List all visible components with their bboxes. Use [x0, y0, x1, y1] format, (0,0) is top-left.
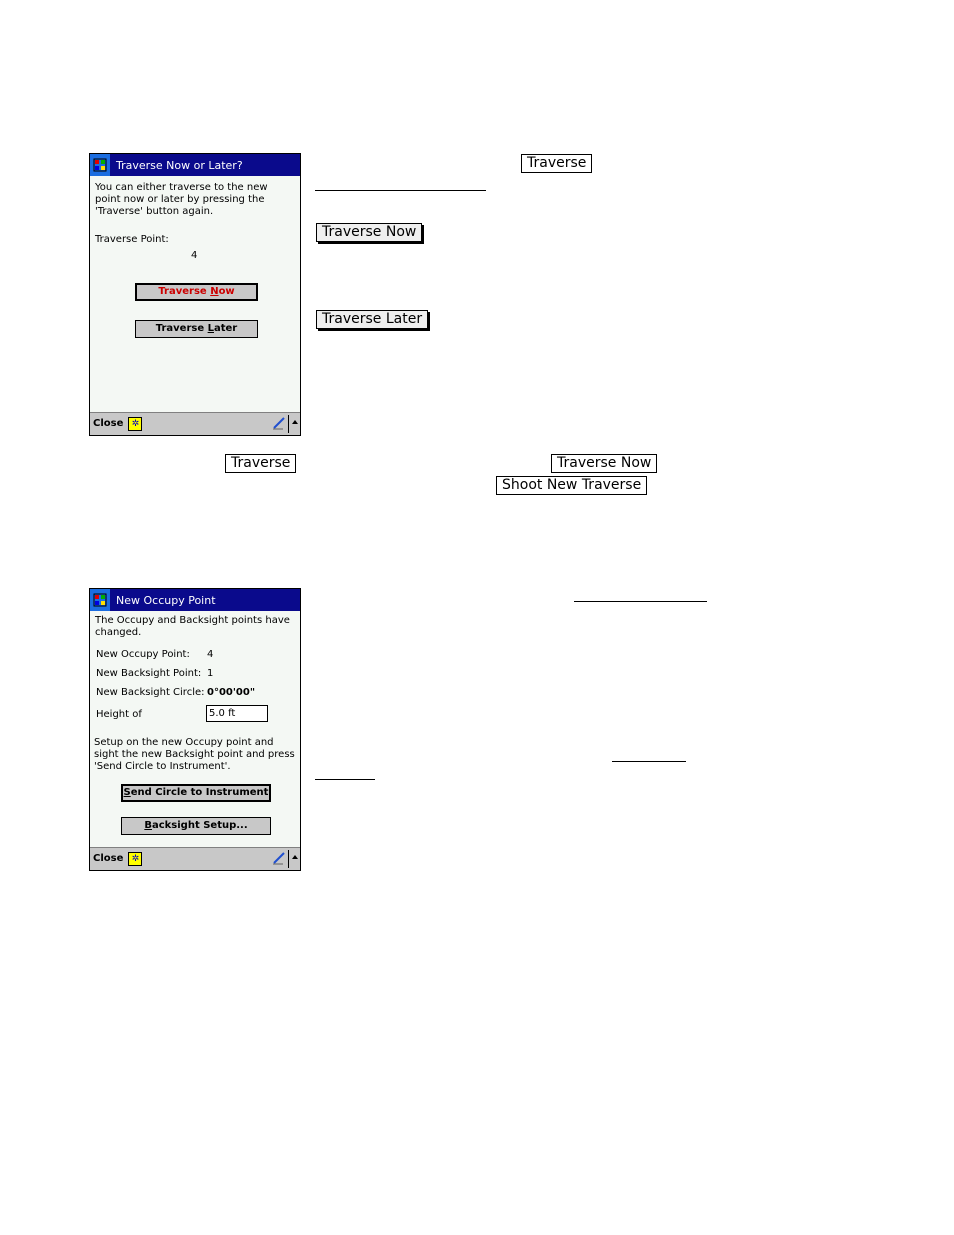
start-menu-button[interactable] — [90, 589, 110, 611]
traverse-now-button[interactable]: Traverse Now — [135, 283, 258, 301]
windows-flag-icon — [93, 593, 107, 607]
start-menu-button[interactable] — [90, 154, 110, 176]
doc-traverse-button-label: Traverse — [225, 454, 297, 473]
doc-traverse-button-label: Traverse — [521, 154, 593, 173]
doc-shoot-new-traverse-label: Shoot New Traverse — [496, 476, 648, 495]
command-bar: Close ✲ — [90, 412, 300, 435]
backsight-point-label: New Backsight Point: — [96, 668, 202, 679]
title-bar: Traverse Now or Later? — [90, 154, 300, 176]
divider — [288, 850, 289, 868]
backsight-circle-value: 0°00'00" — [207, 687, 256, 698]
underline-link[interactable] — [315, 779, 375, 780]
windows-flag-icon — [93, 158, 107, 172]
underline-link[interactable] — [315, 190, 486, 191]
traverse-point-value: 4 — [191, 250, 198, 261]
window-title: Traverse Now or Later? — [116, 158, 243, 172]
doc-traverse-later-label: Traverse Later — [316, 310, 429, 329]
traverse-point-label: Traverse Point: — [95, 234, 169, 245]
input-panel-icon[interactable]: ✲ — [128, 852, 143, 866]
command-bar: Close ✲ — [90, 847, 300, 870]
traverse-later-button[interactable]: Traverse Later — [135, 320, 258, 338]
height-label: Height of — [96, 709, 142, 720]
input-arrow-icon[interactable] — [292, 420, 298, 424]
backsight-point-value: 1 — [207, 668, 214, 679]
backsight-setup-button[interactable]: Backsight Setup... — [121, 817, 271, 835]
window-title: New Occupy Point — [116, 593, 216, 607]
instructions-text: Setup on the new Occupy point and sight … — [94, 737, 295, 772]
underline-link[interactable] — [612, 761, 686, 762]
traverse-now-or-later-window: Traverse Now or Later? You can either tr… — [89, 153, 301, 436]
close-menu[interactable]: Close — [90, 418, 123, 430]
new-occupy-point-window: New Occupy Point The Occupy and Backsigh… — [89, 588, 301, 871]
close-menu[interactable]: Close — [90, 853, 123, 865]
message-text: You can either traverse to the new point… — [95, 182, 268, 217]
send-circle-to-instrument-button[interactable]: Send Circle to Instrument — [121, 784, 271, 802]
input-arrow-icon[interactable] — [292, 855, 298, 859]
underline-link[interactable] — [574, 601, 707, 602]
occupy-point-label: New Occupy Point: — [96, 649, 190, 660]
height-input[interactable]: 5.0 ft — [206, 705, 268, 722]
pen-icon[interactable] — [272, 416, 286, 430]
title-bar: New Occupy Point — [90, 589, 300, 611]
input-panel-icon[interactable]: ✲ — [128, 417, 143, 431]
occupy-point-value: 4 — [207, 649, 214, 660]
message-text: The Occupy and Backsight points have cha… — [95, 615, 290, 638]
backsight-circle-label: New Backsight Circle: — [96, 687, 205, 698]
doc-traverse-now-label: Traverse Now — [551, 454, 658, 473]
doc-traverse-now-label: Traverse Now — [316, 223, 423, 242]
pen-icon[interactable] — [272, 851, 286, 865]
divider — [288, 415, 289, 433]
